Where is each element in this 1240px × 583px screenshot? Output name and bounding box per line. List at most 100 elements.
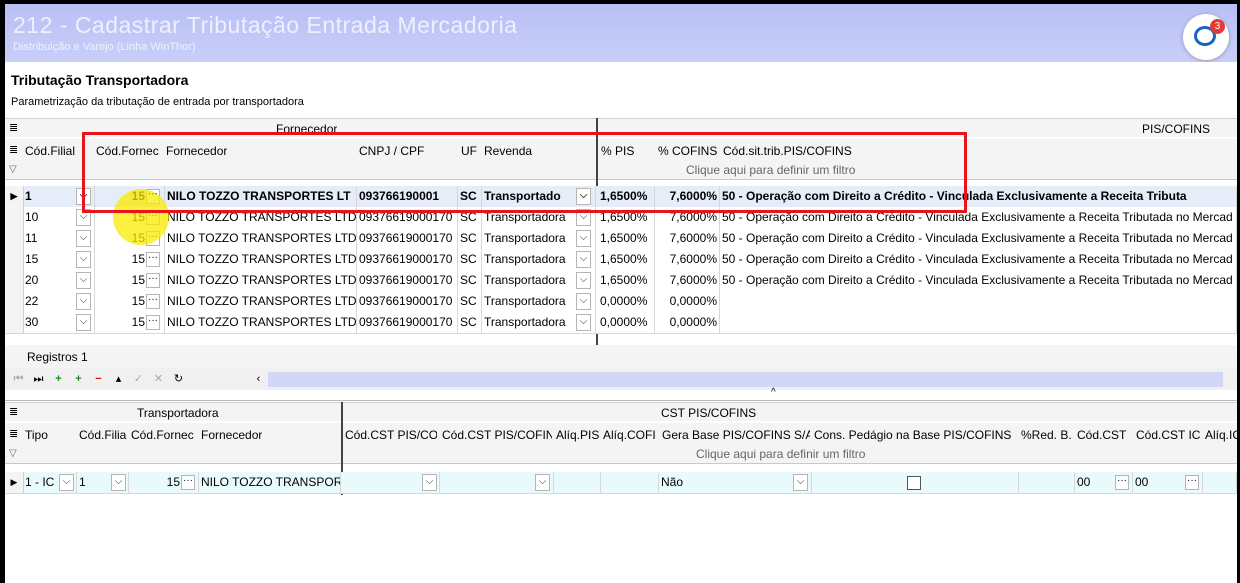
cell-cod-sit[interactable]: 50 - Operação com Direito a Crédito - Vi…	[720, 270, 1237, 291]
cell-cod-sit[interactable]: 50 - Operação com Direito a Crédito - Vi…	[720, 228, 1237, 249]
cell-pis[interactable]: 1,6500%	[598, 228, 655, 249]
col-aliq-cofi[interactable]: Alíq.COFI	[603, 428, 657, 442]
cell-cnpj: 09376619000170	[357, 291, 458, 312]
column-chooser-icon[interactable]: ≣	[9, 405, 18, 418]
cell-cofins[interactable]: 7,6000%	[655, 228, 720, 249]
page-title: Tributação Transportadora	[11, 72, 189, 88]
refresh-icon[interactable]: ↻	[171, 372, 186, 387]
splitter-arrow-icon[interactable]: ^	[771, 387, 776, 398]
bottom-table-row[interactable]: ▶ 1 - IC ⌵ 1 ⌵ 15 ··· NILO TOZZO TRANSPO…	[5, 472, 1237, 494]
cell-cod-sit[interactable]: 50 - Operação com Direito a Crédito - Vi…	[720, 249, 1237, 270]
col-red-b[interactable]: %Red. B.	[1021, 428, 1072, 442]
cell-fornecedor: NILO TOZZO TRANSPORTES LTDA	[165, 312, 357, 333]
table-row[interactable]: 22 ⌵ 15 ··· NILO TOZZO TRANSPORTES LTDA 09376…	[5, 291, 1237, 313]
ellipsis-button[interactable]: ···	[1115, 475, 1129, 490]
cell-cnpj: 09376619000170	[357, 249, 458, 270]
cell-cofins[interactable]: 0,0000%	[655, 291, 720, 312]
cell-pis[interactable]: 1,6500%	[598, 249, 655, 270]
dropdown-arrow-icon[interactable]: ⌵	[793, 474, 808, 491]
col-cod-cst[interactable]: Cód.CST	[1077, 428, 1131, 442]
cell-cofins[interactable]: 7,6000%	[655, 270, 720, 291]
dropdown-arrow-icon[interactable]: ⌵	[76, 293, 91, 310]
cons-pedagio-checkbox[interactable]	[907, 476, 921, 490]
cell-pis[interactable]: 1,6500%	[598, 270, 655, 291]
records-count: Registros 1	[27, 350, 88, 364]
dropdown-arrow-icon[interactable]: ⌵	[576, 314, 591, 331]
col-cod-fornec[interactable]: Cód.Fornec	[131, 428, 194, 442]
cell-aliq-cofi[interactable]	[601, 472, 659, 493]
col-cons-pedagio[interactable]: Cons. Pedágio na Base PIS/COFINS	[814, 428, 1016, 442]
dropdown-arrow-icon[interactable]: ⌵	[576, 272, 591, 289]
bottom-grid-band-header: ≣ Transportadora CST PIS/COFINS	[5, 402, 1237, 421]
cell-cnpj: 09376619000170	[357, 228, 458, 249]
filter-icon: ▽	[9, 448, 17, 459]
row-indicator-icon	[5, 270, 24, 291]
dropdown-arrow-icon[interactable]: ⌵	[76, 251, 91, 268]
col-cst-pis-cofin[interactable]: Cód.CST PIS/COFIN	[442, 428, 552, 442]
table-row[interactable]: 30 ⌵ 15 ··· NILO TOZZO TRANSPORTES LTDA 09376…	[5, 312, 1237, 334]
ellipsis-button[interactable]: ···	[1185, 475, 1199, 490]
cell-pis[interactable]: 0,0000%	[598, 291, 655, 312]
scroll-left-icon[interactable]: ‹	[251, 372, 266, 387]
post-icon[interactable]: ✓	[131, 372, 146, 387]
cell-uf: SC	[458, 291, 482, 312]
row-indicator-icon: ▶	[5, 472, 24, 493]
table-row[interactable]: 20 ⌵ 15 ··· NILO TOZZO TRANSPORTES LTDA 09376…	[5, 270, 1237, 292]
col-gera-base[interactable]: Gera Base PIS/COFINS S/A	[662, 428, 810, 442]
band-transportadora: Transportadora	[137, 406, 219, 420]
cell-cofins[interactable]: 0,0000%	[655, 312, 720, 333]
cell-cod-sit[interactable]	[720, 312, 1237, 333]
col-aliq-pis[interactable]: Alíq.PIS	[556, 428, 600, 442]
ellipsis-button[interactable]: ···	[146, 273, 160, 288]
cell-red-b[interactable]	[1019, 472, 1075, 493]
cell-aliq-ic[interactable]	[1203, 472, 1237, 493]
horizontal-scrollbar[interactable]	[268, 372, 1223, 387]
dropdown-arrow-icon[interactable]: ⌵	[422, 474, 437, 491]
column-chooser-icon[interactable]: ≣	[9, 427, 18, 440]
bottom-grid-filter-row[interactable]: ▽ Clique aqui para definir um filtro	[5, 445, 1237, 464]
col-tipo[interactable]: Tipo	[25, 428, 48, 442]
ellipsis-button[interactable]: ···	[146, 252, 160, 267]
col-cod-filial[interactable]: Cód.Filial	[25, 144, 75, 158]
insert-icon[interactable]: +	[51, 372, 66, 387]
dropdown-arrow-icon[interactable]: ⌵	[76, 314, 91, 331]
dropdown-arrow-icon[interactable]: ⌵	[76, 272, 91, 289]
col-fornecedor[interactable]: Fornecedor	[201, 428, 262, 442]
cell-aliq-pis[interactable]	[554, 472, 601, 493]
chat-button[interactable]: 3	[1183, 14, 1229, 60]
ellipsis-button[interactable]: ···	[181, 475, 195, 490]
dropdown-arrow-icon[interactable]: ⌵	[576, 293, 591, 310]
splitter[interactable]: ^	[5, 387, 1237, 401]
cell-cod-sit[interactable]	[720, 291, 1237, 312]
delete-icon[interactable]: −	[91, 372, 106, 387]
col-cod-cst-ic[interactable]: Cód.CST IC	[1136, 428, 1200, 442]
table-row[interactable]: 15 ⌵ 15 ··· NILO TOZZO TRANSPORTES LTDA 09376…	[5, 249, 1237, 271]
dropdown-arrow-icon[interactable]: ⌵	[59, 474, 74, 491]
dropdown-arrow-icon[interactable]: ⌵	[535, 474, 550, 491]
cell-cofins[interactable]: 7,6000%	[655, 249, 720, 270]
column-chooser-icon[interactable]: ≣	[9, 121, 18, 134]
dropdown-arrow-icon[interactable]: ⌵	[576, 251, 591, 268]
dropdown-arrow-icon[interactable]: ⌵	[76, 230, 91, 247]
cell-pis[interactable]: 0,0000%	[598, 312, 655, 333]
dropdown-arrow-icon[interactable]: ⌵	[111, 474, 126, 491]
col-aliq-ic[interactable]: Alíq.IC	[1205, 428, 1237, 442]
cell-gera-base[interactable]: Não	[659, 472, 812, 493]
column-chooser-icon[interactable]: ≣	[9, 143, 18, 156]
col-cod-filial[interactable]: Cód.Filia	[79, 428, 127, 442]
cell-uf: SC	[458, 228, 482, 249]
ellipsis-button[interactable]: ···	[146, 315, 160, 330]
dropdown-arrow-icon[interactable]: ⌵	[576, 230, 591, 247]
cell-fornecedor: NILO TOZZO TRANSPORTES LTDA	[165, 291, 357, 312]
cancel-icon[interactable]: ✕	[151, 372, 166, 387]
first-record-icon[interactable]: ⏮	[11, 372, 26, 387]
cell-uf: SC	[458, 312, 482, 333]
ellipsis-button[interactable]: ···	[146, 294, 160, 309]
table-row[interactable]: 11⌵15···NILO TOZZO TRANSPORTES LTDA09376…	[5, 228, 1237, 250]
cell-fornecedor: NILO TOZZO TRANSPORTES LTDA	[165, 228, 357, 249]
append-icon[interactable]: +	[71, 372, 86, 387]
edit-icon[interactable]: ▴	[111, 372, 126, 387]
col-cst-pis-co[interactable]: Cód.CST PIS/CO	[345, 428, 437, 442]
last-record-icon[interactable]: ⏭	[31, 372, 46, 387]
title-bar: 212 - Cadastrar Tributação Entrada Merca…	[5, 4, 1237, 62]
